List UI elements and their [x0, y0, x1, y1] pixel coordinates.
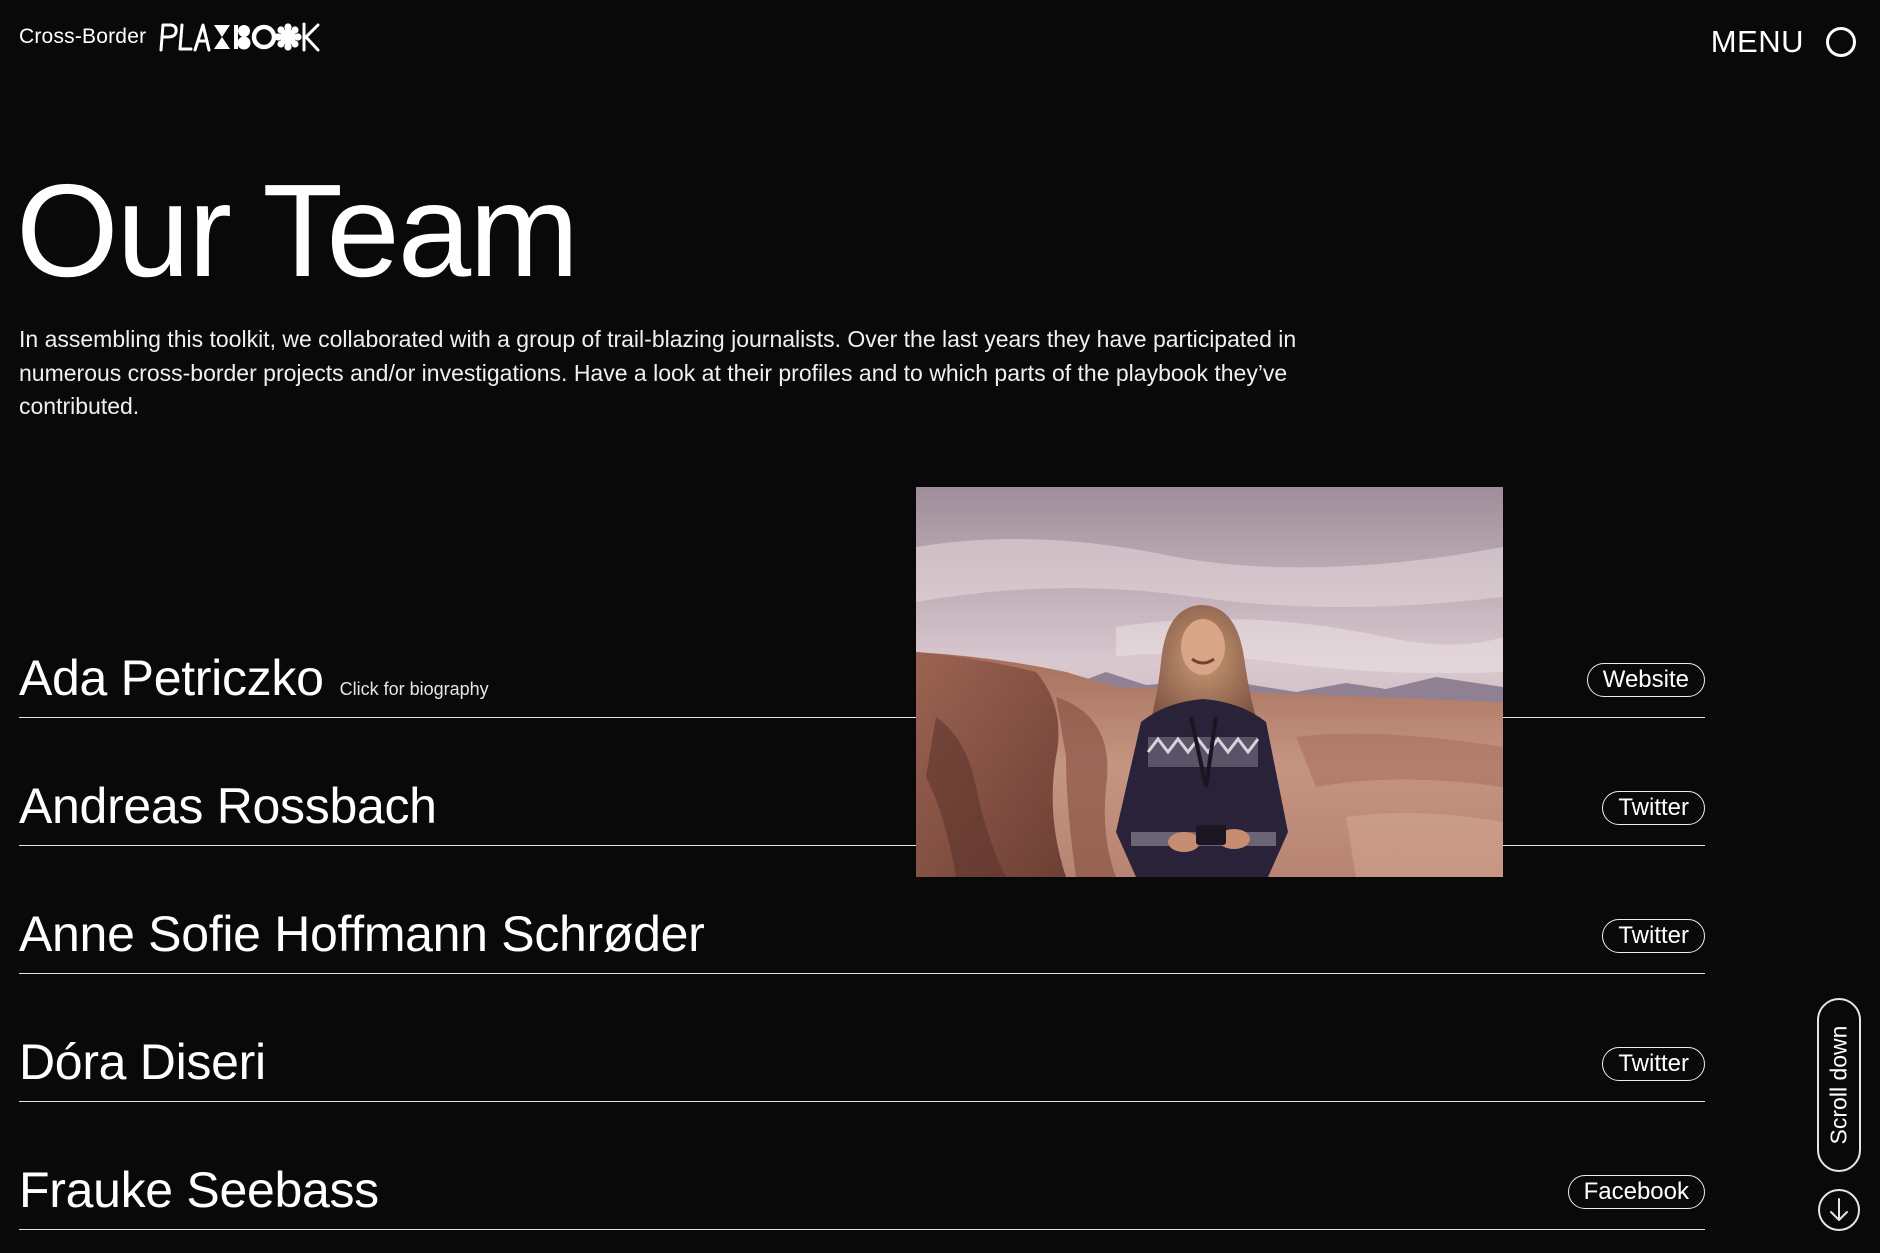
scroll-down-label: Scroll down [1825, 1025, 1852, 1145]
arrow-down-icon[interactable] [1817, 1188, 1861, 1232]
biography-hint[interactable]: Click for biography [340, 679, 489, 700]
team-row-content: Frauke Seebass [19, 1161, 1705, 1219]
member-name: Anne Sofie Hoffmann Schrøder [19, 906, 705, 962]
playbook-logo [159, 22, 320, 52]
twitter-link-button[interactable]: Twitter [1602, 1047, 1705, 1081]
menu-button[interactable]: MENU [1711, 24, 1856, 60]
member-photo [916, 487, 1503, 877]
menu-circle-icon [1826, 27, 1856, 57]
twitter-link-button[interactable]: Twitter [1602, 919, 1705, 953]
member-name: Ada Petriczko [19, 650, 324, 706]
page-title: Our Team [16, 157, 579, 304]
member-name: Frauke Seebass [19, 1162, 379, 1218]
website-link-button[interactable]: Website [1586, 663, 1705, 697]
team-row-content: Anne Sofie Hoffmann Schrøder [19, 905, 1705, 963]
team-row[interactable]: Dóra Diseri Twitter [19, 974, 1705, 1102]
team-row-content: Dóra Diseri [19, 1033, 1705, 1091]
facebook-link-button[interactable]: Facebook [1567, 1175, 1705, 1209]
menu-label: MENU [1710, 24, 1804, 59]
member-name: Dóra Diseri [19, 1034, 266, 1090]
member-name: Andreas Rossbach [19, 778, 437, 834]
site-brand[interactable]: Cross-Border [19, 22, 320, 52]
team-row[interactable]: Frauke Seebass Facebook [19, 1102, 1705, 1230]
brand-prefix: Cross-Border [19, 25, 147, 48]
scroll-down-button[interactable]: Scroll down [1817, 998, 1861, 1172]
team-page: Cross-Border MENU Our Team In assembling… [0, 0, 1880, 1253]
twitter-link-button[interactable]: Twitter [1602, 791, 1705, 825]
intro-text: In assembling this toolkit, we collabora… [19, 326, 1297, 419]
